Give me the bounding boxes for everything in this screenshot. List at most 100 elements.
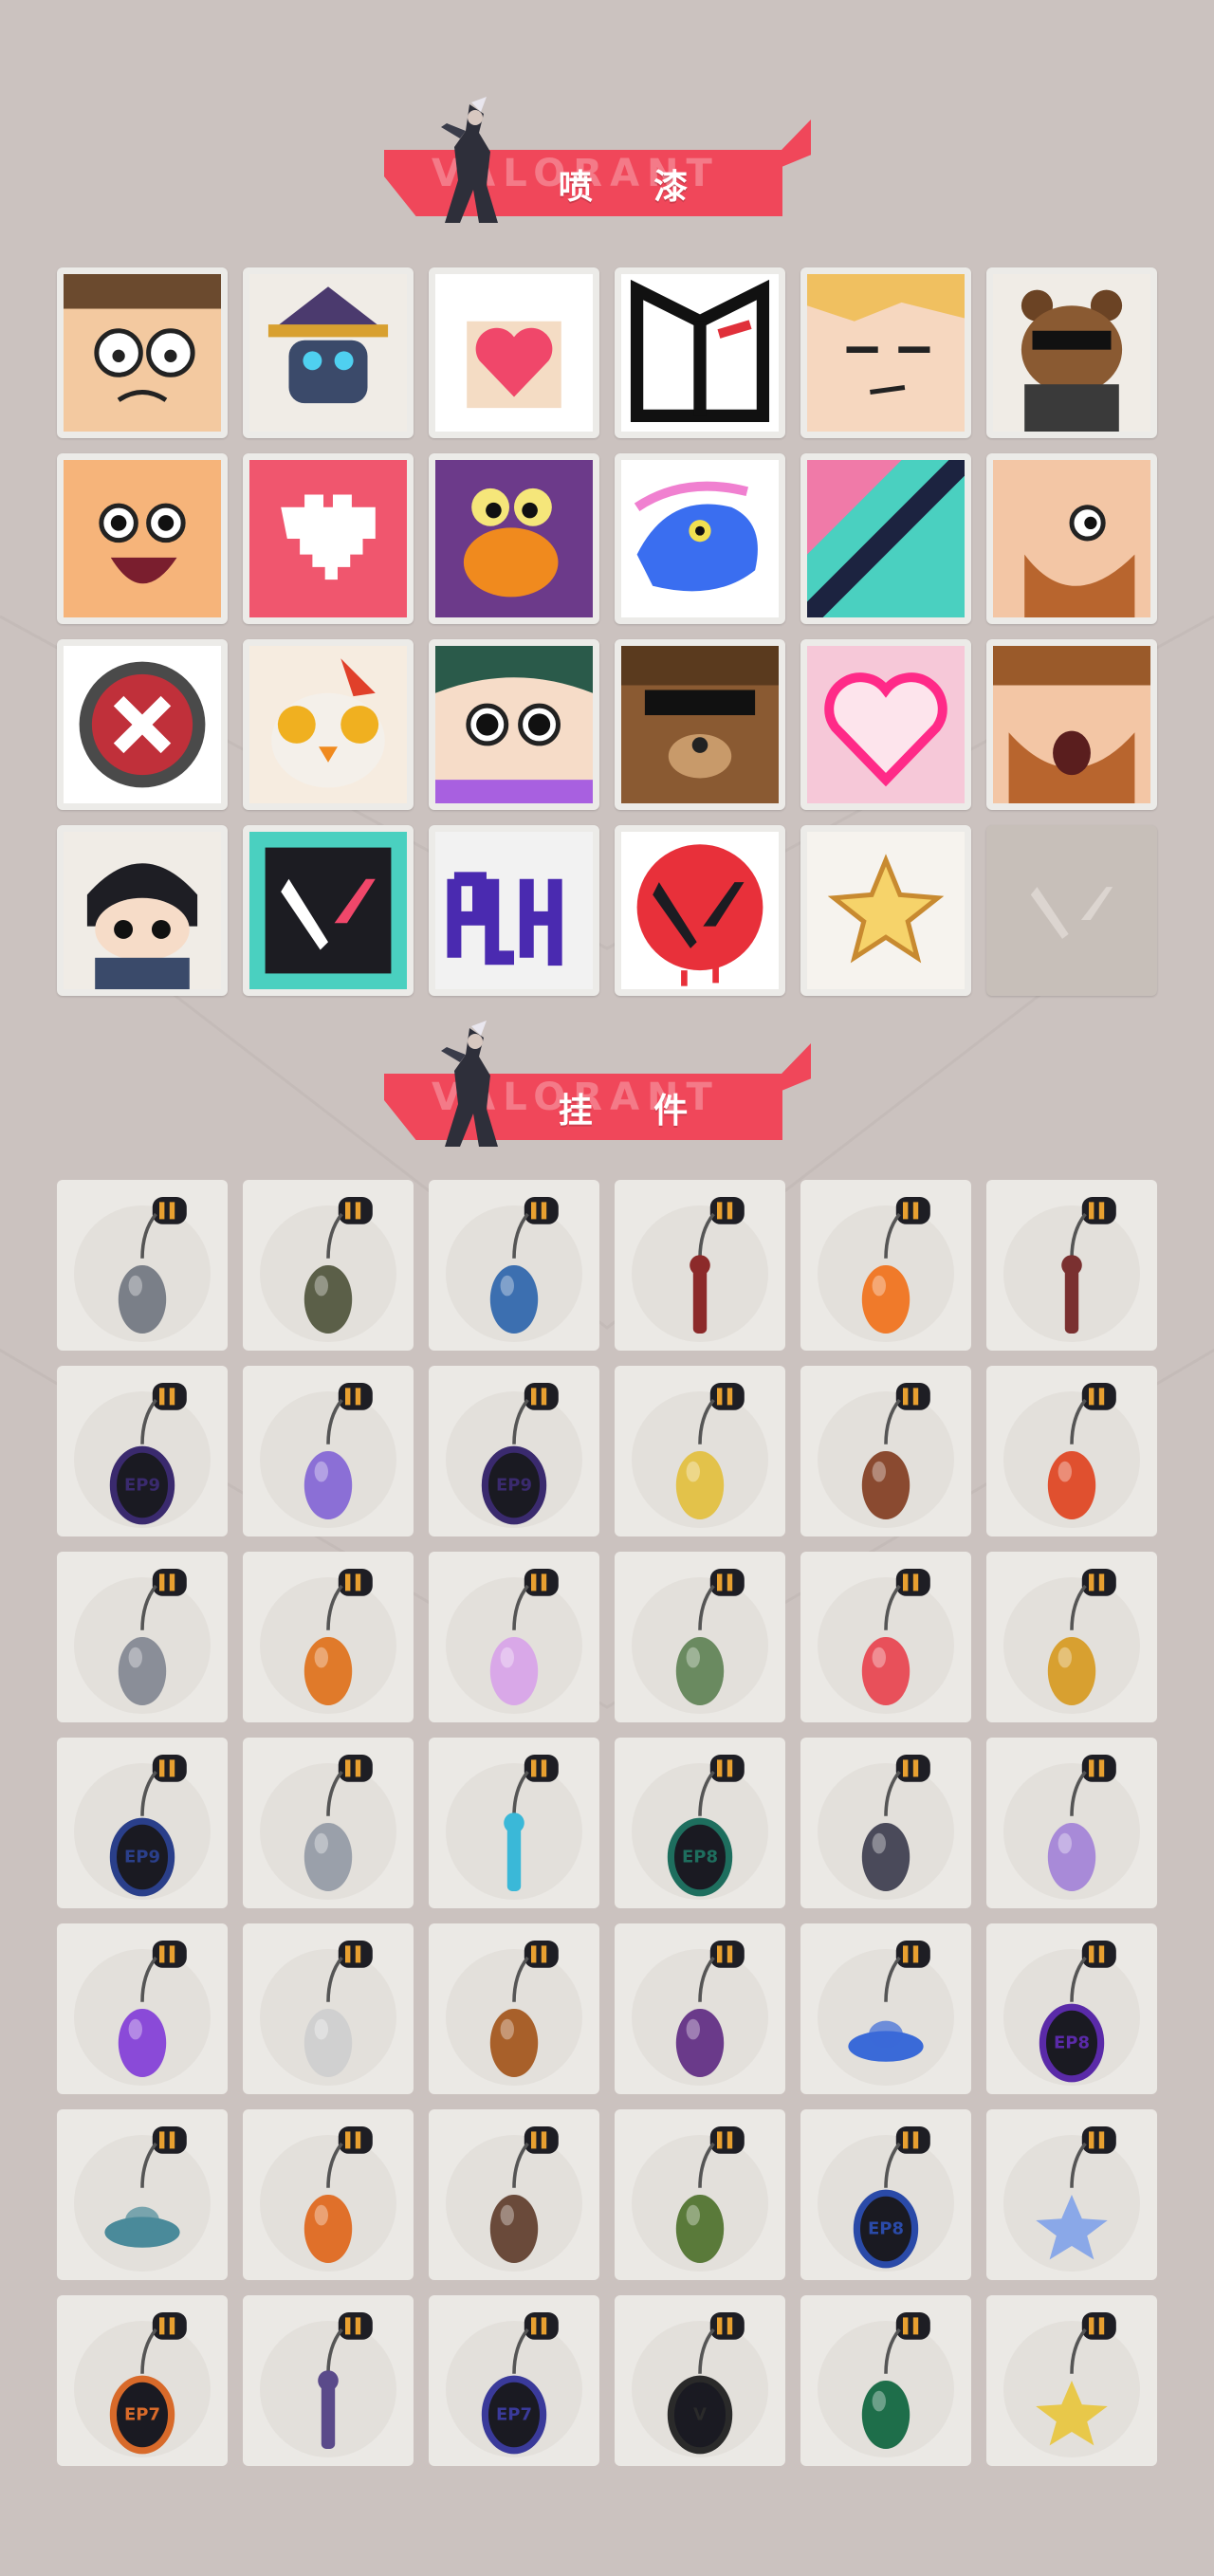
buddy-tile[interactable] [800, 1738, 971, 1908]
valorant-v-coin-charm-icon: V [632, 2312, 768, 2457]
battery-canister-charm-icon [446, 1197, 582, 1342]
buddy-tile[interactable] [615, 1180, 785, 1351]
spray-tile[interactable] [57, 267, 228, 438]
buddy-tile[interactable] [615, 2109, 785, 2280]
silver-droplet-charm-icon [260, 1755, 396, 1900]
buddy-tile[interactable] [243, 1552, 414, 1722]
buddy-tile[interactable] [243, 1923, 414, 2094]
spray-tile[interactable] [429, 825, 599, 996]
svg-text:EP7: EP7 [124, 2404, 160, 2424]
buddy-tile[interactable]: EP9 [429, 1366, 599, 1536]
buddy-tile[interactable] [57, 2109, 228, 2280]
buddy-tile[interactable] [57, 1180, 228, 1351]
spray-tile[interactable] [243, 639, 414, 810]
shield-outline-charm-icon [260, 1941, 396, 2086]
buddy-tile[interactable] [800, 2295, 971, 2466]
buddy-tile[interactable]: EP8 [800, 2109, 971, 2280]
masked-hat-agent-spray-icon [249, 274, 407, 432]
spray-tile[interactable] [615, 267, 785, 438]
buddy-tile[interactable]: EP8 [986, 1923, 1157, 2094]
spray-tile[interactable] [429, 453, 599, 624]
blue-dolphin-spray-icon [621, 460, 779, 617]
buddy-tile[interactable] [800, 1180, 971, 1351]
snowflake-charm-icon [1003, 2126, 1140, 2272]
buddy-tile[interactable]: EP8 [615, 1738, 785, 1908]
spray-tile[interactable] [800, 639, 971, 810]
spray-tile[interactable] [57, 453, 228, 624]
nerdy-agent-face-spray-icon [64, 274, 221, 432]
spray-tile[interactable] [615, 639, 785, 810]
buddy-tile[interactable] [243, 1366, 414, 1536]
astronaut-charm-icon [74, 1197, 211, 1342]
buddy-tile[interactable] [243, 1180, 414, 1351]
candy-corn-charm-icon [818, 1197, 954, 1342]
buddy-tile[interactable] [429, 1180, 599, 1351]
buddy-tile[interactable] [429, 1552, 599, 1722]
cool-bear-face-spray-icon [621, 646, 779, 803]
buddy-tile[interactable] [615, 1923, 785, 2094]
googly-eye-creature-spray-icon [435, 460, 593, 617]
buddy-tile[interactable] [986, 1180, 1157, 1351]
big-eyed-girl-spray-icon [435, 646, 593, 803]
spray-tile[interactable] [800, 267, 971, 438]
spray-tile[interactable] [429, 639, 599, 810]
buddy-tile[interactable] [57, 1923, 228, 2094]
bee-hive-charm-icon [1003, 1569, 1140, 1714]
watermelon-charm-icon [818, 1569, 954, 1714]
ep9-coin-charm-icon: EP9 [74, 1755, 211, 1900]
hot-air-balloon-charm-icon [260, 1569, 396, 1714]
purple-graffiti-spray-icon [435, 832, 593, 989]
spray-tile[interactable] [800, 825, 971, 996]
spray-tile[interactable] [986, 453, 1157, 624]
spray-tile[interactable] [615, 825, 785, 996]
buddy-tile[interactable] [986, 1552, 1157, 1722]
radar-box-charm-icon [446, 2126, 582, 2272]
buddy-tile[interactable]: V [615, 2295, 785, 2466]
buddy-tile[interactable]: EP9 [57, 1366, 228, 1536]
buddy-tile[interactable] [986, 2109, 1157, 2280]
spray-tile[interactable] [615, 453, 785, 624]
buddy-tile[interactable] [986, 1366, 1157, 1536]
spray-tile[interactable] [57, 639, 228, 810]
svg-text:EP9: EP9 [496, 1475, 532, 1495]
banana-charm-icon [632, 1383, 768, 1528]
spray-tile[interactable] [986, 639, 1157, 810]
buddy-tile[interactable] [986, 2295, 1157, 2466]
buddy-tile[interactable] [243, 1738, 414, 1908]
agent-figure-icon [441, 97, 498, 223]
buddy-tile[interactable] [986, 1738, 1157, 1908]
buddy-tile[interactable] [615, 1552, 785, 1722]
buddy-tile[interactable] [800, 1552, 971, 1722]
slash-pattern-spray-icon [807, 460, 965, 617]
buddy-tile[interactable] [429, 1738, 599, 1908]
buddy-tile[interactable] [429, 1923, 599, 2094]
ep8-coin-charm-icon: EP8 [818, 2126, 954, 2272]
spray-tile[interactable] [986, 825, 1157, 996]
buddy-tile[interactable]: EP7 [429, 2295, 599, 2466]
buddy-tile[interactable] [800, 1366, 971, 1536]
spray-tile[interactable] [57, 825, 228, 996]
ufo-charm-icon [74, 2126, 211, 2272]
buddy-tile[interactable] [615, 1366, 785, 1536]
sprays-section-title: 喷 漆 [558, 168, 713, 207]
buddy-tile[interactable] [800, 1923, 971, 2094]
spray-tile[interactable] [243, 453, 414, 624]
owl-creature-spray-icon [249, 646, 407, 803]
buddy-tile[interactable]: EP7 [57, 2295, 228, 2466]
spray-tile[interactable] [243, 267, 414, 438]
buddies-section-title: 挂 件 [558, 1092, 713, 1131]
sprays-section-banner: VALORANT 喷 漆 [375, 95, 820, 237]
ep9-coin-charm-icon: EP9 [74, 1383, 211, 1528]
buddy-tile[interactable]: EP9 [57, 1738, 228, 1908]
spray-tile[interactable] [243, 825, 414, 996]
buddy-tile[interactable] [57, 1552, 228, 1722]
spray-tile[interactable] [800, 453, 971, 624]
spray-tile[interactable] [429, 267, 599, 438]
buddy-tile[interactable] [429, 2109, 599, 2280]
svg-text:EP8: EP8 [682, 1847, 718, 1867]
red-valorant-logo-spray-icon [621, 832, 779, 989]
buddy-tile[interactable] [243, 2109, 414, 2280]
buddy-grid: EP9 EP9 EP9 EP8 EP8 EP8 EP7 EP7 V [57, 1180, 1157, 2466]
buddy-tile[interactable] [243, 2295, 414, 2466]
spray-tile[interactable] [986, 267, 1157, 438]
